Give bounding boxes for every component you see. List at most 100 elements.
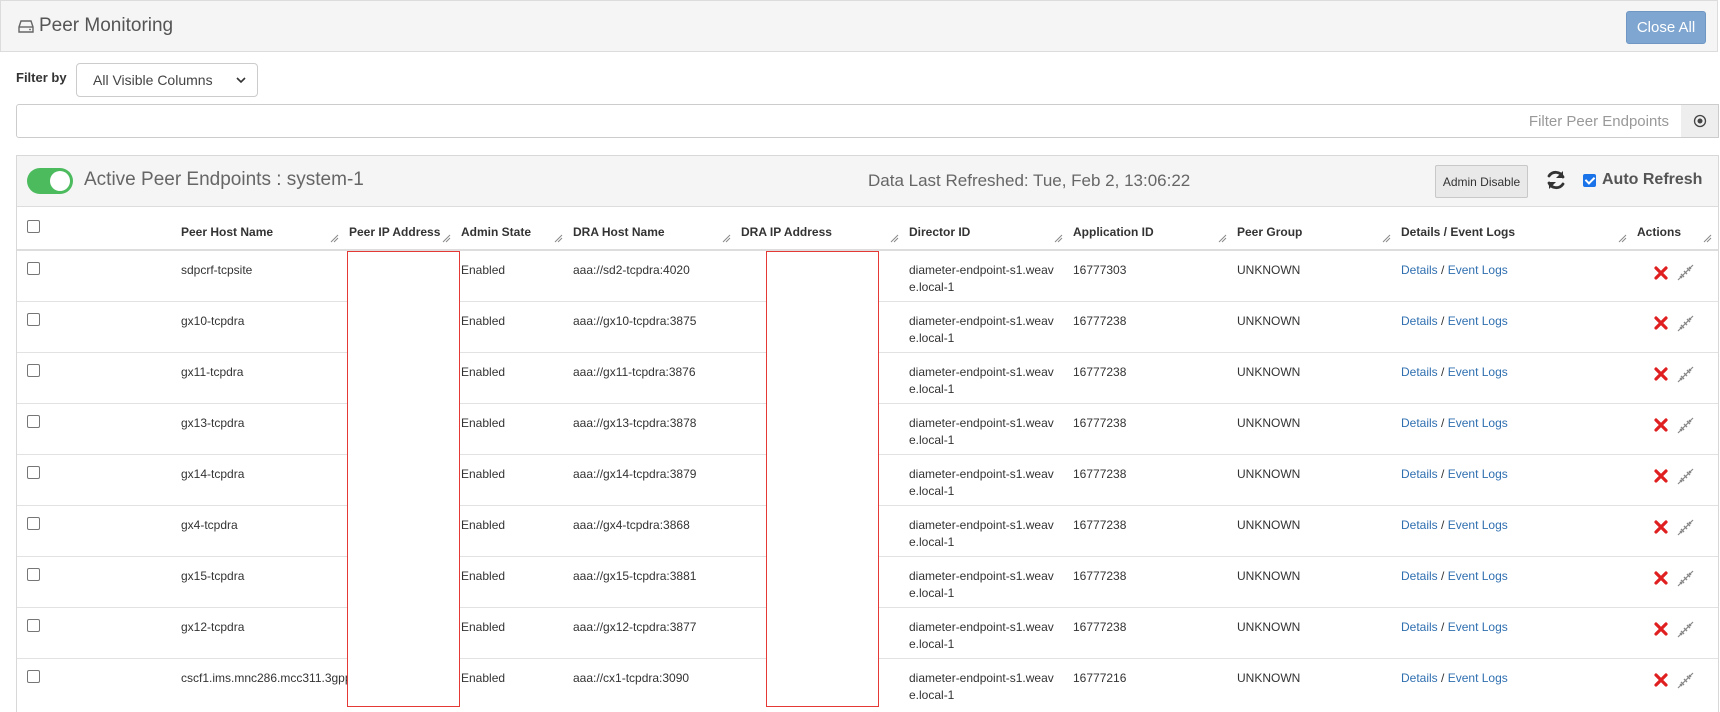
disconnect-plug-icon[interactable] bbox=[1677, 570, 1694, 587]
clear-filter-button[interactable] bbox=[1681, 104, 1719, 138]
details-link[interactable]: Details bbox=[1401, 671, 1438, 685]
resize-handle-icon[interactable] bbox=[442, 234, 451, 243]
admin-state-cell: Enabled bbox=[457, 504, 569, 556]
actions-cell bbox=[1633, 351, 1718, 403]
delete-icon[interactable] bbox=[1654, 622, 1668, 636]
resize-handle-icon[interactable] bbox=[1218, 234, 1227, 243]
filter-search-box[interactable] bbox=[16, 104, 1682, 138]
event-logs-link[interactable]: Event Logs bbox=[1448, 518, 1508, 532]
resize-handle-icon[interactable] bbox=[890, 234, 899, 243]
peer-host-name: gx12-tcpdra bbox=[181, 619, 245, 634]
dra-host-cell: aaa://gx11-tcpdra:3876 bbox=[569, 351, 737, 403]
delete-icon[interactable] bbox=[1654, 316, 1668, 330]
resize-handle-icon[interactable] bbox=[1618, 234, 1627, 243]
col-peer-ip-address[interactable]: Peer IP Address bbox=[345, 207, 457, 251]
row-checkbox[interactable] bbox=[27, 312, 40, 326]
application-id-cell: 16777238 bbox=[1069, 402, 1233, 454]
details-link[interactable]: Details bbox=[1401, 467, 1438, 481]
resize-handle-icon[interactable] bbox=[1054, 234, 1063, 243]
event-logs-link[interactable]: Event Logs bbox=[1448, 569, 1508, 583]
dra-host-name: aaa://gx13-tcpdra:3878 bbox=[573, 415, 697, 430]
auto-refresh-checkbox[interactable] bbox=[1583, 173, 1596, 187]
col-details-event-logs[interactable]: Details / Event Logs bbox=[1397, 207, 1633, 251]
admin-state-cell: Enabled bbox=[457, 555, 569, 607]
event-logs-link[interactable]: Event Logs bbox=[1448, 671, 1508, 685]
disconnect-plug-icon[interactable] bbox=[1677, 366, 1694, 383]
delete-icon[interactable] bbox=[1654, 469, 1668, 483]
row-checkbox[interactable] bbox=[27, 516, 40, 530]
refresh-icon[interactable] bbox=[1544, 168, 1568, 192]
director-id-cell: diameter-endpoint-s1.weave.local-1 bbox=[905, 249, 1069, 301]
director-id: diameter-endpoint-s1.weave.local-1 bbox=[909, 364, 1054, 396]
link-separator: / bbox=[1441, 517, 1445, 532]
resize-handle-icon[interactable] bbox=[1382, 234, 1391, 243]
col-peer-host-name[interactable]: Peer Host Name bbox=[177, 207, 345, 251]
event-logs-link[interactable]: Event Logs bbox=[1448, 263, 1508, 277]
col-actions[interactable]: Actions bbox=[1633, 207, 1718, 251]
col-label: Application ID bbox=[1073, 225, 1154, 239]
active-endpoints-toggle[interactable] bbox=[27, 168, 73, 194]
row-checkbox[interactable] bbox=[27, 465, 40, 479]
peer-host-cell: gx11-tcpdra bbox=[177, 351, 345, 403]
details-link[interactable]: Details bbox=[1401, 365, 1438, 379]
admin-state: Enabled bbox=[461, 517, 506, 532]
resize-handle-icon[interactable] bbox=[1703, 234, 1712, 243]
delete-icon[interactable] bbox=[1654, 673, 1668, 687]
actions-cell bbox=[1633, 453, 1718, 505]
select-all-checkbox[interactable] bbox=[27, 220, 40, 233]
disconnect-plug-icon[interactable] bbox=[1677, 519, 1694, 536]
event-logs-link[interactable]: Event Logs bbox=[1448, 416, 1508, 430]
col-dra-host-name[interactable]: DRA Host Name bbox=[569, 207, 737, 251]
col-label: DRA IP Address bbox=[741, 225, 832, 239]
peer-group-cell: UNKNOWN bbox=[1233, 504, 1397, 556]
details-link[interactable]: Details bbox=[1401, 569, 1438, 583]
disconnect-plug-icon[interactable] bbox=[1677, 417, 1694, 434]
disconnect-plug-icon[interactable] bbox=[1677, 672, 1694, 689]
auto-refresh-toggle[interactable]: Auto Refresh bbox=[1583, 171, 1702, 189]
col-application-id[interactable]: Application ID bbox=[1069, 207, 1233, 251]
col-admin-state[interactable]: Admin State bbox=[457, 207, 569, 251]
row-checkbox[interactable] bbox=[27, 414, 40, 428]
resize-handle-icon[interactable] bbox=[554, 234, 563, 243]
filter-column-select[interactable]: All Visible Columns bbox=[76, 63, 258, 97]
close-all-button[interactable]: Close All bbox=[1626, 11, 1706, 44]
delete-icon[interactable] bbox=[1654, 367, 1668, 381]
admin-state-cell: Enabled bbox=[457, 657, 569, 709]
peer-host-name: gx4-tcpdra bbox=[181, 517, 238, 532]
resize-handle-icon[interactable] bbox=[722, 234, 731, 243]
event-logs-link[interactable]: Event Logs bbox=[1448, 467, 1508, 481]
details-link[interactable]: Details bbox=[1401, 263, 1438, 277]
disconnect-plug-icon[interactable] bbox=[1677, 315, 1694, 332]
dra-host-name: aaa://gx10-tcpdra:3875 bbox=[573, 313, 697, 328]
details-link[interactable]: Details bbox=[1401, 518, 1438, 532]
col-director-id[interactable]: Director ID bbox=[905, 207, 1069, 251]
details-link[interactable]: Details bbox=[1401, 314, 1438, 328]
resize-handle-icon[interactable] bbox=[330, 234, 339, 243]
delete-icon[interactable] bbox=[1654, 265, 1668, 280]
disconnect-plug-icon[interactable] bbox=[1677, 621, 1694, 638]
event-logs-link[interactable]: Event Logs bbox=[1448, 365, 1508, 379]
delete-icon[interactable] bbox=[1654, 418, 1668, 432]
link-separator: / bbox=[1441, 619, 1445, 634]
dra-host-name: aaa://gx11-tcpdra:3876 bbox=[573, 364, 696, 379]
col-peer-group[interactable]: Peer Group bbox=[1233, 207, 1397, 251]
row-checkbox[interactable] bbox=[27, 262, 40, 275]
event-logs-link[interactable]: Event Logs bbox=[1448, 620, 1508, 634]
event-logs-link[interactable]: Event Logs bbox=[1448, 314, 1508, 328]
col-dra-ip-address[interactable]: DRA IP Address bbox=[737, 207, 905, 251]
filter-peer-endpoints-input[interactable] bbox=[17, 105, 1681, 137]
row-checkbox[interactable] bbox=[27, 363, 40, 377]
delete-icon[interactable] bbox=[1654, 520, 1668, 534]
disconnect-plug-icon[interactable] bbox=[1677, 264, 1694, 281]
actions-cell bbox=[1633, 300, 1718, 352]
row-actions bbox=[1637, 670, 1718, 689]
admin-disable-button[interactable]: Admin Disable bbox=[1435, 165, 1528, 198]
row-checkbox[interactable] bbox=[27, 567, 40, 581]
row-checkbox[interactable] bbox=[27, 669, 40, 683]
details-link[interactable]: Details bbox=[1401, 416, 1438, 430]
row-checkbox[interactable] bbox=[27, 618, 40, 632]
peer-group: UNKNOWN bbox=[1237, 619, 1301, 634]
details-link[interactable]: Details bbox=[1401, 620, 1438, 634]
disconnect-plug-icon[interactable] bbox=[1677, 468, 1694, 485]
delete-icon[interactable] bbox=[1654, 571, 1668, 585]
